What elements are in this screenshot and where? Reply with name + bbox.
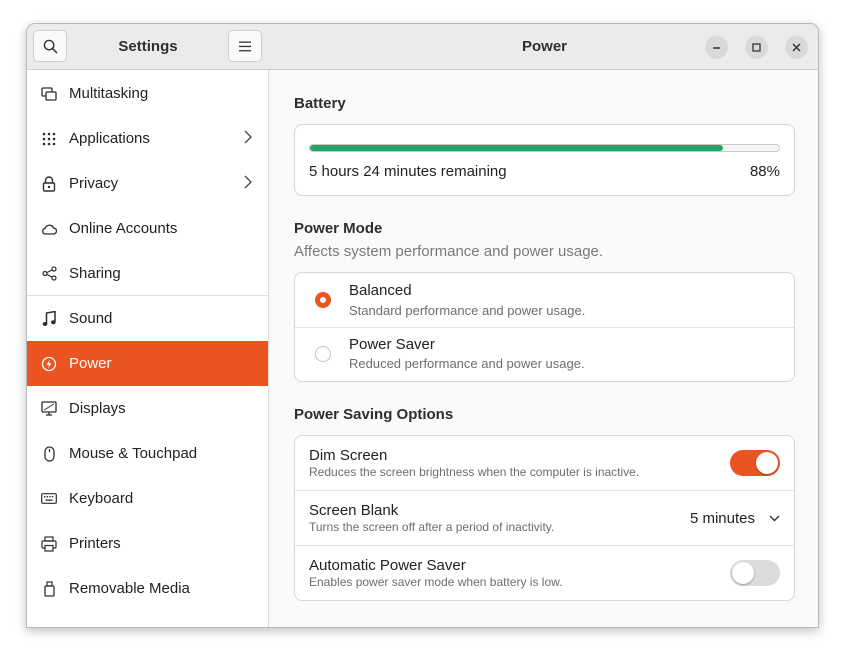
page-title: Power: [521, 38, 567, 55]
keyboard-icon: [41, 491, 57, 507]
sharing-icon: [41, 265, 57, 281]
chevron-down-icon: [769, 515, 780, 522]
sidebar-item-label: Power: [69, 355, 112, 372]
privacy-icon: [41, 175, 57, 192]
multitasking-icon: [41, 86, 57, 102]
sidebar-item-label: Displays: [69, 400, 126, 417]
maximize-icon: [752, 43, 761, 52]
sidebar-item-label: Mouse & Touchpad: [69, 445, 198, 462]
sidebar-item-removable-media[interactable]: Removable Media: [27, 566, 268, 611]
battery-remaining-text: 5 hours 24 minutes remaining: [309, 163, 507, 180]
battery-level-bar: [309, 144, 780, 152]
battery-percent: 88%: [749, 163, 780, 180]
dim-screen-row: Dim Screen Reduces the screen brightness…: [295, 436, 794, 491]
battery-card: 5 hours 24 minutes remaining 88%: [294, 124, 795, 196]
screen-blank-subtitle: Turns the screen off after a period of i…: [309, 520, 555, 534]
sidebar-item-online-accounts[interactable]: Online Accounts: [27, 206, 268, 251]
main-header: Power: [269, 24, 818, 70]
maximize-button[interactable]: [745, 36, 768, 59]
power-icon: [41, 356, 57, 372]
sidebar-item-label: Online Accounts: [69, 220, 178, 237]
printer-icon: [41, 535, 57, 552]
power-saving-section-title: Power Saving Options: [294, 406, 454, 423]
main-panel: Power Battery 5 hours 24 minutes remaini…: [269, 24, 818, 627]
toggle-knob: [732, 562, 754, 584]
balanced-subtitle: Standard performance and power usage.: [349, 303, 586, 318]
mouse-icon: [41, 445, 57, 462]
balanced-radio[interactable]: [315, 292, 331, 308]
power-saving-card: Dim Screen Reduces the screen brightness…: [294, 435, 795, 601]
balanced-title: Balanced: [349, 282, 412, 299]
close-button[interactable]: [785, 36, 808, 59]
hamburger-icon: [239, 41, 251, 51]
sidebar-item-label: Privacy: [69, 175, 119, 192]
sidebar-item-label: Printers: [69, 535, 121, 552]
sidebar-item-multitasking[interactable]: Multitasking: [27, 71, 268, 116]
sidebar-item-power[interactable]: Power: [27, 341, 268, 386]
auto-power-saver-title: Automatic Power Saver: [309, 557, 466, 574]
battery-level-fill: [310, 145, 723, 151]
sidebar: Settings Multitasking Applications Priva…: [27, 24, 269, 627]
sidebar-item-label: Applications: [69, 130, 150, 147]
sidebar-nav: Multitasking Applications Privacy Online…: [27, 71, 268, 611]
sidebar-header: Settings: [27, 24, 269, 70]
screen-blank-dropdown[interactable]: 5 minutes: [690, 510, 780, 527]
power-saver-title: Power Saver: [349, 336, 435, 353]
battery-section-title: Battery: [294, 95, 346, 112]
screen-blank-title: Screen Blank: [309, 502, 399, 519]
dim-screen-toggle[interactable]: [730, 450, 780, 476]
minimize-icon: [713, 47, 720, 49]
toggle-knob: [756, 452, 778, 474]
chevron-right-icon: [244, 175, 252, 193]
sidebar-item-label: Removable Media: [69, 580, 190, 597]
sidebar-item-applications[interactable]: Applications: [27, 116, 268, 161]
menu-button[interactable]: [228, 30, 262, 62]
sidebar-item-privacy[interactable]: Privacy: [27, 161, 268, 206]
auto-power-saver-toggle[interactable]: [730, 560, 780, 586]
sidebar-item-mouse-touchpad[interactable]: Mouse & Touchpad: [27, 431, 268, 476]
power-mode-section-title: Power Mode: [294, 220, 383, 237]
cloud-icon: [41, 221, 57, 237]
close-icon: [792, 43, 801, 52]
sidebar-item-label: Keyboard: [69, 490, 134, 507]
auto-power-saver-subtitle: Enables power saver mode when battery is…: [309, 575, 563, 589]
power-mode-card: Balanced Standard performance and power …: [294, 272, 795, 382]
screen-blank-row: Screen Blank Turns the screen off after …: [295, 490, 794, 545]
minimize-button[interactable]: [705, 36, 728, 59]
sidebar-item-displays[interactable]: Displays: [27, 386, 268, 431]
sidebar-item-printers[interactable]: Printers: [27, 521, 268, 566]
screen-blank-value: 5 minutes: [689, 510, 755, 527]
removable-media-icon: [41, 580, 57, 597]
dim-screen-title: Dim Screen: [309, 447, 388, 464]
sidebar-item-label: Sound: [69, 310, 113, 327]
sidebar-item-label: Multitasking: [69, 85, 149, 102]
power-saver-subtitle: Reduced performance and power usage.: [349, 356, 585, 371]
power-mode-balanced-row[interactable]: Balanced Standard performance and power …: [295, 273, 794, 328]
power-mode-section-subtitle: Affects system performance and power usa…: [294, 243, 604, 260]
auto-power-saver-row: Automatic Power Saver Enables power save…: [295, 545, 794, 600]
sidebar-item-label: Sharing: [69, 264, 121, 282]
settings-window: Settings Multitasking Applications Priva…: [26, 23, 819, 628]
chevron-right-icon: [244, 130, 252, 148]
sidebar-item-sharing[interactable]: Sharing: [27, 251, 268, 296]
power-mode-saver-row[interactable]: Power Saver Reduced performance and powe…: [295, 327, 794, 382]
power-saver-radio[interactable]: [315, 346, 331, 362]
music-note-icon: [41, 310, 57, 327]
display-icon: [41, 401, 57, 417]
sidebar-item-sound[interactable]: Sound: [27, 296, 268, 341]
dim-screen-subtitle: Reduces the screen brightness when the c…: [309, 465, 640, 479]
sidebar-item-keyboard[interactable]: Keyboard: [27, 476, 268, 521]
applications-icon: [41, 131, 57, 147]
